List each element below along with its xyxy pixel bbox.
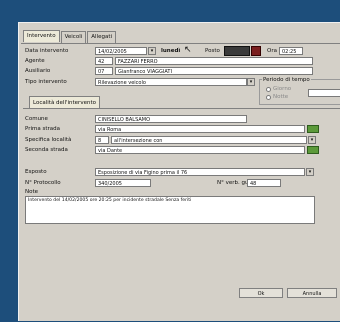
esposto-select[interactable]: Esposizione di via Figino prima il 76 (95, 168, 305, 176)
application-window: Intervento Veicoli Allegati Data interve… (18, 22, 340, 321)
ora-label: Ora (267, 48, 277, 54)
ausiliario-name-field[interactable]: Gianfranco VIAGGIATI (115, 67, 313, 75)
prima-strada-label: Prima strada (25, 126, 61, 132)
seconda-strada-label: Seconda strada (25, 147, 68, 153)
giorno-radio[interactable] (266, 87, 271, 92)
note-label: Note (25, 189, 39, 195)
agente-name-field[interactable]: FAZZARI FERRO (115, 57, 313, 65)
specifica-select[interactable]: all'intersezione con (111, 136, 307, 144)
verbale-label: N° verb. gu (217, 180, 249, 186)
verbale-field[interactable]: 48 (247, 179, 281, 187)
notte-radio[interactable] (266, 95, 271, 100)
subtab-divider (23, 108, 340, 109)
prima-strada-field[interactable]: via Roma (95, 125, 305, 133)
tab-allegati[interactable]: Allegati (87, 31, 117, 43)
agente-label: Agente (25, 58, 45, 64)
specifica-label: Specifica località (25, 137, 72, 143)
prima-strada-lookup-button[interactable] (307, 125, 319, 133)
ausiliario-label: Ausiliario (25, 68, 51, 74)
protocollo-field[interactable]: 340/2005 (95, 179, 151, 187)
protocollo-label: N° Protocollo (25, 180, 61, 186)
giorno-radio-label: Giorno (273, 86, 292, 92)
mouse-cursor-icon: ↖ (184, 45, 192, 55)
tipo-intervento-label: Tipo intervento (25, 79, 67, 85)
seconda-strada-field[interactable]: via Dante (95, 146, 305, 154)
esposto-dropdown-icon[interactable]: ▾ (306, 168, 314, 176)
agente-code-field[interactable]: 42 (95, 57, 113, 65)
tipo-dropdown-icon[interactable]: ▾ (247, 78, 255, 86)
note-textarea[interactable]: Intervento del 14/02/2005 ore 20:25 per … (25, 196, 315, 224)
ora-field[interactable]: 02:25 (279, 47, 303, 55)
periodo-label: Periodo di tempo (262, 77, 311, 83)
esposto-label: Esposto (25, 169, 47, 175)
periodo-field[interactable] (308, 89, 340, 97)
tab-intervento[interactable]: Intervento (23, 30, 60, 42)
cancel-button[interactable]: Annulla (287, 288, 337, 298)
ok-button[interactable]: Ok (239, 288, 283, 298)
posto-label: Posto (205, 48, 220, 54)
comune-field[interactable]: CINISELLO BALSAMO (95, 115, 247, 123)
seconda-strada-lookup-button[interactable] (307, 146, 319, 154)
tipo-intervento-select[interactable]: Rilevazione veicolo (95, 78, 247, 86)
periodo-group: Periodo di tempo Giorno Notte (259, 77, 340, 105)
notte-radio-label: Notte (273, 94, 289, 100)
intervento-panel: Data intervento 14/02/2005 ▾ lunedì ↖ Po… (21, 43, 340, 322)
data-intervento-field[interactable]: 14/02/2005 (95, 47, 147, 55)
specifica-dropdown-icon[interactable]: ▾ (308, 136, 316, 144)
tab-bar: Intervento Veicoli Allegati (23, 30, 117, 43)
specifica-code-field[interactable]: 8 (95, 136, 109, 144)
giorno-label: lunedì (161, 48, 181, 54)
comune-label: Comune (25, 116, 48, 122)
data-intervento-label: Data intervento (25, 48, 69, 54)
ausiliario-code-field[interactable]: 07 (95, 67, 113, 75)
date-dropdown-icon[interactable]: ▾ (148, 47, 156, 55)
tab-veicoli[interactable]: Veicoli (60, 31, 87, 43)
posto-field[interactable] (224, 46, 250, 56)
posto-indicator (251, 46, 261, 56)
